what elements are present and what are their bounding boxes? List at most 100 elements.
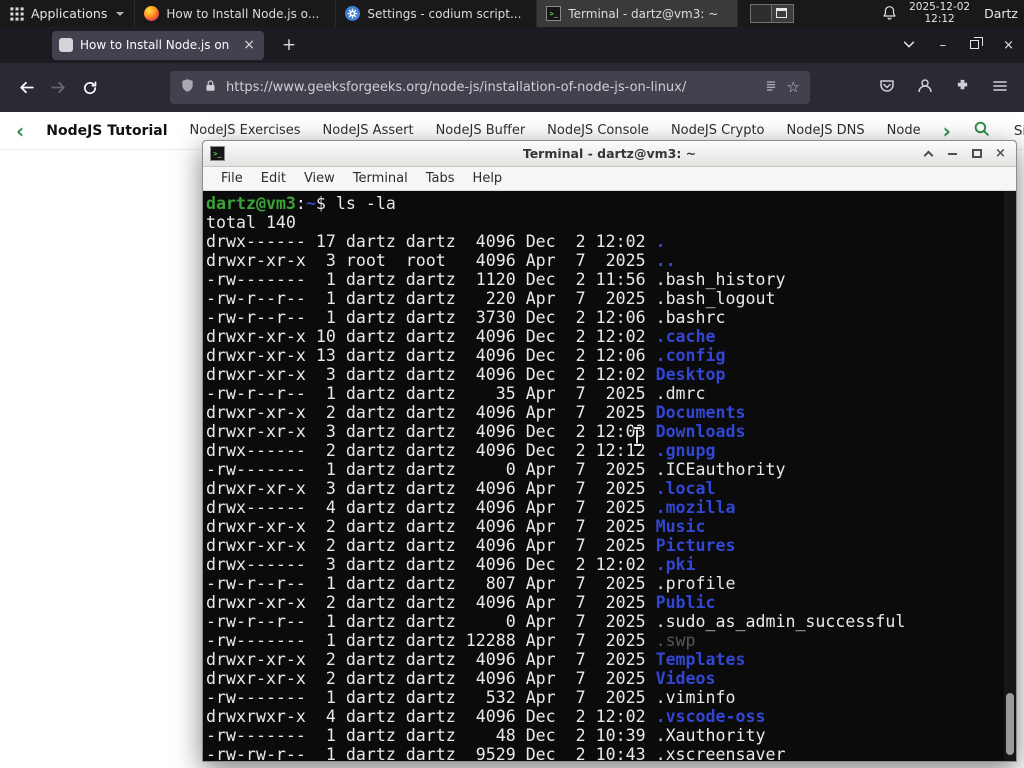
terminal-listing-row: -rw-r--r-- 1 dartz dartz 3730 Dec 2 12:0… bbox=[206, 308, 1000, 327]
listing-name: Templates bbox=[655, 650, 746, 669]
listing-name: Public bbox=[655, 593, 716, 612]
terminal-listing-row: drwx------ 3 dartz dartz 4096 Dec 2 12:0… bbox=[206, 555, 1000, 574]
listing-name: .cache bbox=[655, 327, 716, 346]
terminal-listing-row: drwxrwxr-x 4 dartz dartz 4096 Dec 2 12:0… bbox=[206, 707, 1000, 726]
listing-meta: drwxr-xr-x 3 root root 4096 Apr 7 2025 bbox=[206, 251, 656, 270]
listing-meta: -rw------- 1 dartz dartz 0 Apr 7 2025 bbox=[206, 460, 656, 479]
terminal-menu-file[interactable]: File bbox=[212, 169, 252, 188]
minimize-icon bbox=[948, 152, 957, 155]
listing-meta: -rw------- 1 dartz dartz 48 Dec 2 10:39 bbox=[206, 726, 656, 745]
taskbar-label: How to Install Node.js o... bbox=[166, 6, 320, 21]
workspace-1[interactable] bbox=[751, 5, 773, 22]
terminal-listing-row: -rw-r--r-- 1 dartz dartz 807 Apr 7 2025 … bbox=[206, 574, 1000, 593]
site-nav-link[interactable]: NodeJS Buffer bbox=[436, 123, 526, 138]
terminal-listing-row: drwx------ 2 dartz dartz 4096 Dec 2 12:1… bbox=[206, 441, 1000, 460]
listing-name: .ICEauthority bbox=[655, 460, 786, 479]
terminal-menu-view[interactable]: View bbox=[295, 169, 344, 188]
terminal-titlebar[interactable]: Terminal - dartz@vm3: ~ × bbox=[203, 141, 1016, 167]
pocket-icon[interactable] bbox=[879, 78, 895, 98]
browser-restore-button[interactable] bbox=[970, 36, 983, 52]
terminal-title: Terminal - dartz@vm3: ~ bbox=[522, 146, 697, 161]
terminal-listing-row: -rw-r--r-- 1 dartz dartz 220 Apr 7 2025 … bbox=[206, 289, 1000, 308]
listing-meta: -rw-r--r-- 1 dartz dartz 220 Apr 7 2025 bbox=[206, 289, 656, 308]
terminal-minimize-button[interactable] bbox=[944, 145, 961, 162]
applications-menu-button[interactable]: Applications bbox=[0, 0, 136, 27]
taskbar-button-firefox[interactable]: How to Install Node.js o... bbox=[135, 0, 337, 27]
taskbar-button-terminal[interactable]: Terminal - dartz@vm3: ~ bbox=[537, 0, 739, 27]
terminal-listing-row: -rw------- 1 dartz dartz 48 Dec 2 10:39 … bbox=[206, 726, 1000, 745]
listing-meta: drwxr-xr-x 2 dartz dartz 4096 Apr 7 2025 bbox=[206, 593, 656, 612]
listing-name: .profile bbox=[655, 574, 736, 593]
tab-favicon-icon bbox=[59, 38, 73, 52]
browser-tab[interactable]: How to Install Node.js on × bbox=[52, 30, 264, 60]
reader-view-icon[interactable] bbox=[764, 78, 778, 97]
terminal-maximize-button[interactable] bbox=[968, 145, 985, 162]
browser-close-button[interactable]: × bbox=[1003, 39, 1014, 52]
terminal-menu-terminal[interactable]: Terminal bbox=[344, 169, 417, 188]
terminal-listing-row: -rw------- 1 dartz dartz 12288 Apr 7 202… bbox=[206, 631, 1000, 650]
listing-meta: drwx------ 2 dartz dartz 4096 Dec 2 12:1… bbox=[206, 441, 656, 460]
top-panel: Applications How to Install Node.js o...… bbox=[0, 0, 1024, 27]
url-bar[interactable]: https://www.geeksforgeeks.org/node-js/in… bbox=[170, 71, 810, 104]
listing-name: . bbox=[655, 232, 666, 251]
terminal-listing-row: drwx------ 4 dartz dartz 4096 Apr 7 2025… bbox=[206, 498, 1000, 517]
site-nav-link[interactable]: Node bbox=[887, 123, 921, 138]
sign-in-button[interactable]: Sign In bbox=[1014, 123, 1024, 139]
listing-name: Desktop bbox=[655, 365, 726, 384]
workspace-2[interactable] bbox=[772, 5, 794, 22]
tab-close-icon[interactable]: × bbox=[241, 37, 257, 53]
terminal-listing: drwx------ 17 dartz dartz 4096 Dec 2 12:… bbox=[206, 232, 1000, 761]
taskbar-label: Terminal - dartz@vm3: ~ bbox=[568, 6, 719, 21]
site-nav-link[interactable]: NodeJS Exercises bbox=[190, 123, 301, 138]
list-all-tabs-chevron-icon[interactable] bbox=[902, 36, 916, 55]
taskbar-label: Settings - codium script... bbox=[367, 6, 522, 21]
site-search-icon[interactable] bbox=[973, 120, 990, 141]
nav-forward-chevron-icon[interactable]: › bbox=[943, 121, 951, 141]
site-nav-link[interactable]: NodeJS DNS bbox=[787, 123, 865, 138]
site-nav-link[interactable]: NodeJS Console bbox=[547, 123, 649, 138]
terminal-shade-button[interactable] bbox=[920, 145, 937, 162]
lock-icon[interactable] bbox=[204, 78, 217, 97]
terminal-menu-edit[interactable]: Edit bbox=[252, 169, 295, 188]
terminal-close-button[interactable]: × bbox=[992, 145, 1009, 162]
menu-hamburger-icon[interactable] bbox=[992, 78, 1008, 98]
terminal-output[interactable]: dartz@vm3:~$ ls -la total 140 drwx------… bbox=[203, 191, 1016, 761]
account-icon[interactable] bbox=[917, 78, 933, 98]
back-button[interactable] bbox=[10, 72, 42, 104]
reload-button[interactable] bbox=[74, 72, 106, 104]
tracking-shield-icon[interactable] bbox=[180, 78, 195, 97]
listing-meta: -rw------- 1 dartz dartz 12288 Apr 7 202… bbox=[206, 631, 656, 650]
listing-name: .xscreensaver bbox=[655, 745, 786, 761]
panel-clock[interactable]: 2025-12-02 12:12 bbox=[909, 1, 971, 25]
extensions-puzzle-icon[interactable] bbox=[955, 78, 970, 97]
bookmark-star-icon[interactable]: ☆ bbox=[787, 80, 800, 95]
scrollbar-thumb[interactable] bbox=[1006, 693, 1014, 755]
listing-name: Videos bbox=[655, 669, 716, 688]
clock-date: 2025-12-02 bbox=[909, 1, 971, 13]
site-nav-link[interactable]: NodeJS Assert bbox=[323, 123, 414, 138]
terminal-window: Terminal - dartz@vm3: ~ × FileEditViewTe… bbox=[202, 140, 1017, 762]
prompt-command: ls -la bbox=[335, 194, 396, 213]
notification-bell-icon[interactable] bbox=[882, 5, 897, 23]
nav-back-chevron-icon[interactable]: ‹ bbox=[16, 121, 24, 141]
terminal-icon bbox=[210, 146, 225, 161]
listing-name: Downloads bbox=[655, 422, 746, 441]
browser-toolbar: https://www.geeksforgeeks.org/node-js/in… bbox=[0, 63, 1024, 112]
terminal-listing-row: -rw------- 1 dartz dartz 532 Apr 7 2025 … bbox=[206, 688, 1000, 707]
terminal-menu-help[interactable]: Help bbox=[464, 169, 512, 188]
listing-meta: drwxr-xr-x 13 dartz dartz 4096 Dec 2 12:… bbox=[206, 346, 656, 365]
terminal-scrollbar[interactable] bbox=[1004, 191, 1016, 761]
taskbar-button-settings[interactable]: Settings - codium script... bbox=[336, 0, 538, 27]
terminal-window-controls: × bbox=[920, 145, 1009, 162]
site-nav-link[interactable]: NodeJS Crypto bbox=[671, 123, 765, 138]
url-text: https://www.geeksforgeeks.org/node-js/in… bbox=[226, 80, 687, 95]
forward-button[interactable] bbox=[42, 72, 74, 104]
new-tab-button[interactable]: + bbox=[276, 35, 302, 55]
workspace-pager[interactable] bbox=[750, 4, 795, 23]
site-nav-brand[interactable]: NodeJS Tutorial bbox=[46, 123, 167, 139]
terminal-menu-tabs[interactable]: Tabs bbox=[417, 169, 464, 188]
listing-meta: drwxr-xr-x 2 dartz dartz 4096 Apr 7 2025 bbox=[206, 536, 656, 555]
listing-name: Music bbox=[655, 517, 706, 536]
browser-minimize-button[interactable]: – bbox=[940, 39, 947, 52]
listing-meta: drwx------ 4 dartz dartz 4096 Apr 7 2025 bbox=[206, 498, 656, 517]
